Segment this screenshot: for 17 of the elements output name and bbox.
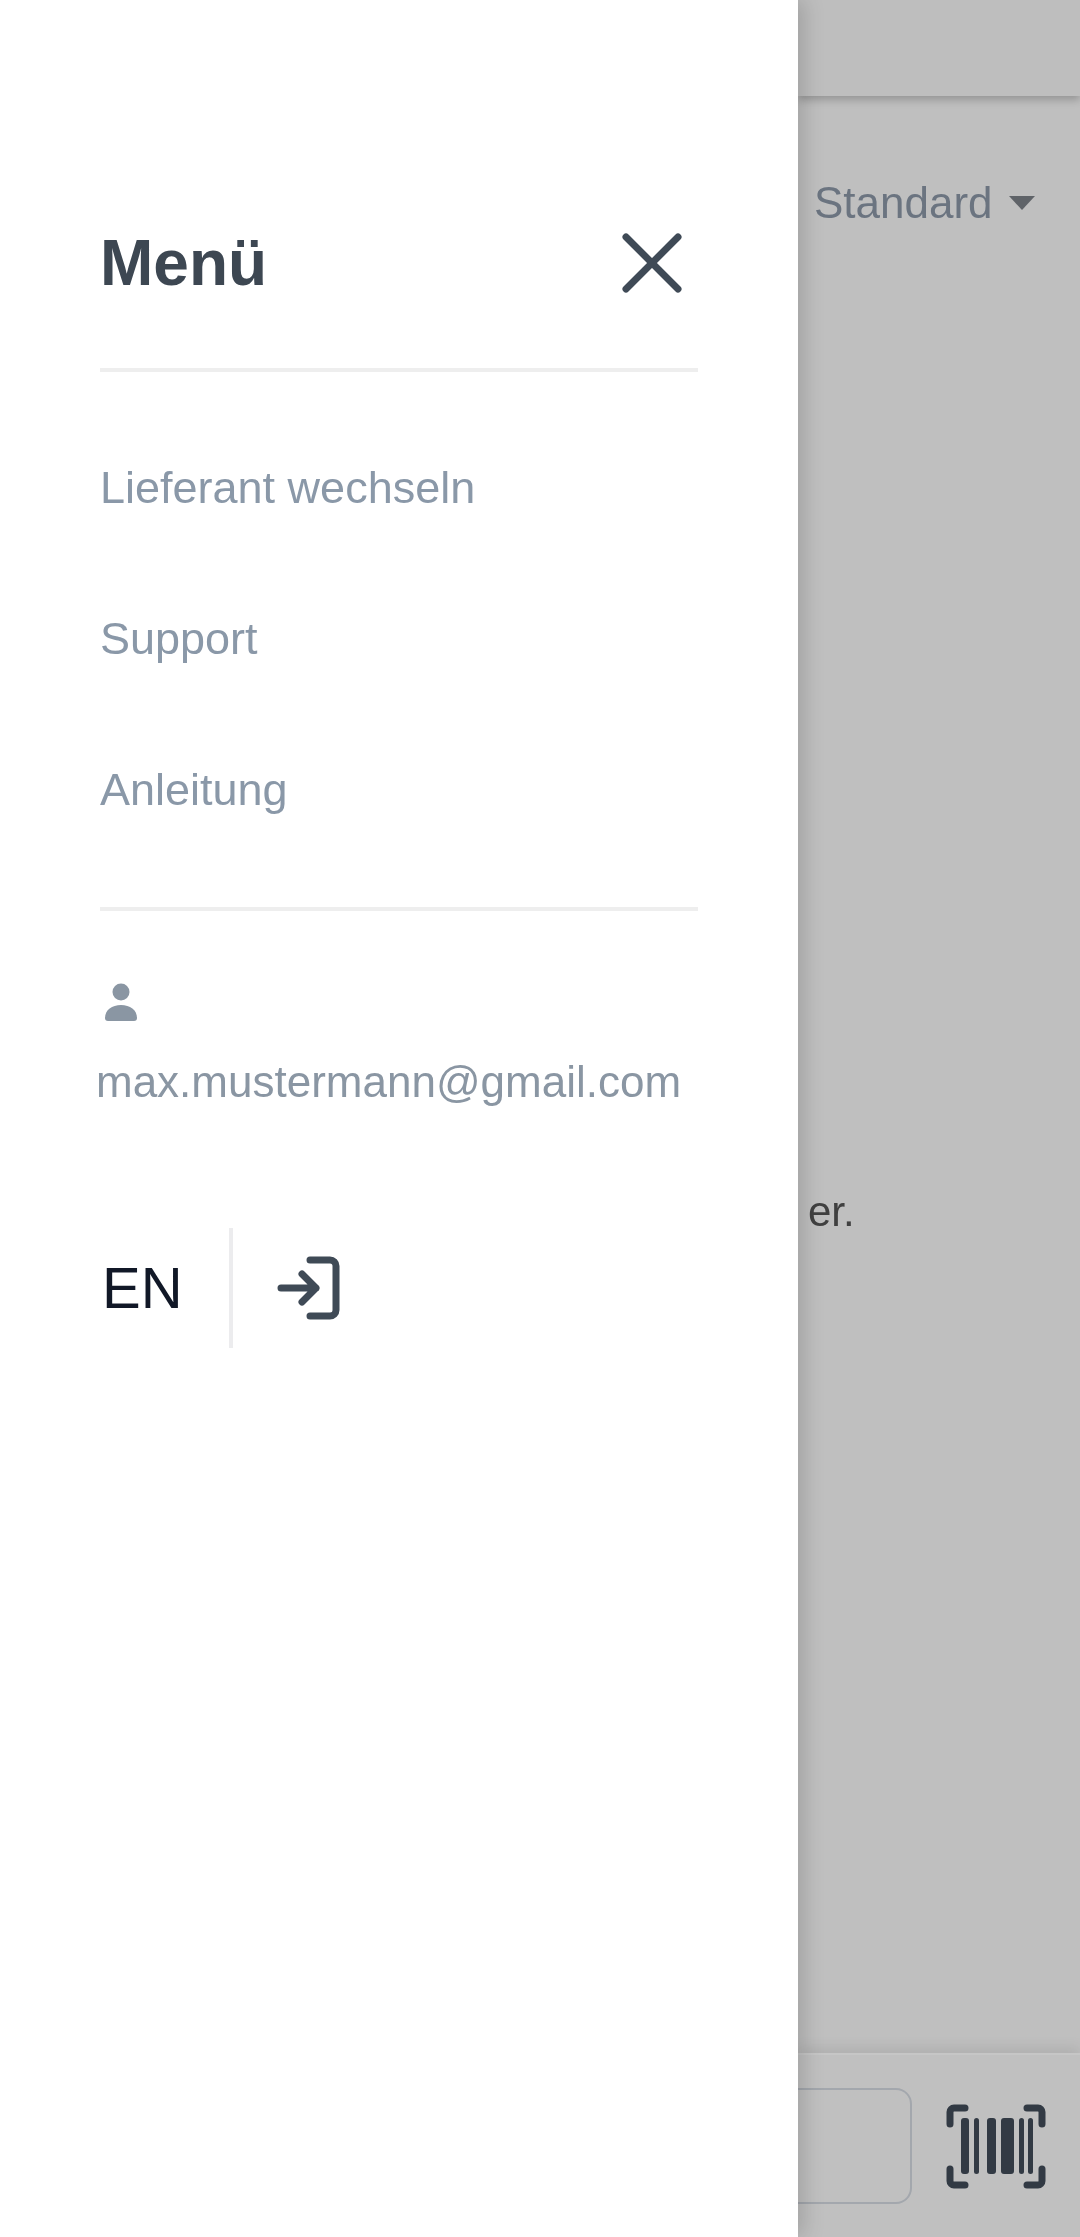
menu-item[interactable]: Lieferant wechseln [100, 459, 476, 516]
menu-title: Menü [100, 231, 268, 295]
dropdown-button[interactable]: Standard [814, 176, 1035, 230]
login-icon [276, 1256, 341, 1320]
menu-item[interactable]: Anleitung [100, 761, 288, 818]
user-email: max.mustermann@gmail.com [96, 1057, 683, 1107]
body-text: er. [807, 1187, 856, 1237]
language-button[interactable]: EN [102, 1259, 183, 1317]
login-button[interactable] [276, 1256, 341, 1320]
close-icon [622, 233, 682, 293]
barcode-icon [946, 2103, 1046, 2189]
close-button[interactable] [622, 233, 682, 293]
input-field[interactable] [798, 2088, 912, 2204]
barcode-scan-button[interactable] [946, 2103, 1046, 2189]
menu-item[interactable]: Support [100, 610, 258, 667]
user-icon [104, 983, 138, 1021]
caret-icon [1008, 196, 1035, 210]
